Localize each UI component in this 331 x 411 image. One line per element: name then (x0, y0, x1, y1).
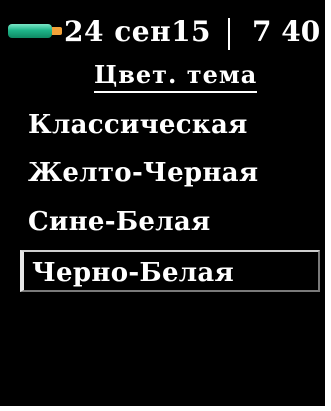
screen-frame-bottom (0, 406, 331, 411)
menu-title: Цвет. тема (94, 60, 258, 93)
battery-icon (8, 24, 52, 38)
menu-item-blue-white[interactable]: Сине-Белая (28, 207, 211, 237)
menu-item-classic[interactable]: Классическая (28, 110, 248, 140)
battery-tip (52, 27, 62, 35)
menu-item-black-white[interactable]: Черно-Белая (20, 250, 320, 292)
screen-frame-right (325, 0, 331, 411)
status-bar: 24 сен15 7 40 (0, 10, 325, 50)
status-date: 24 сен15 (64, 15, 212, 48)
status-divider (228, 18, 230, 50)
menu-item-yellow-black[interactable]: Желто-Черная (28, 158, 258, 188)
device-screen: 24 сен15 7 40 Цвет. тема Классическая Же… (0, 0, 331, 411)
status-time: 7 40 (252, 15, 321, 48)
